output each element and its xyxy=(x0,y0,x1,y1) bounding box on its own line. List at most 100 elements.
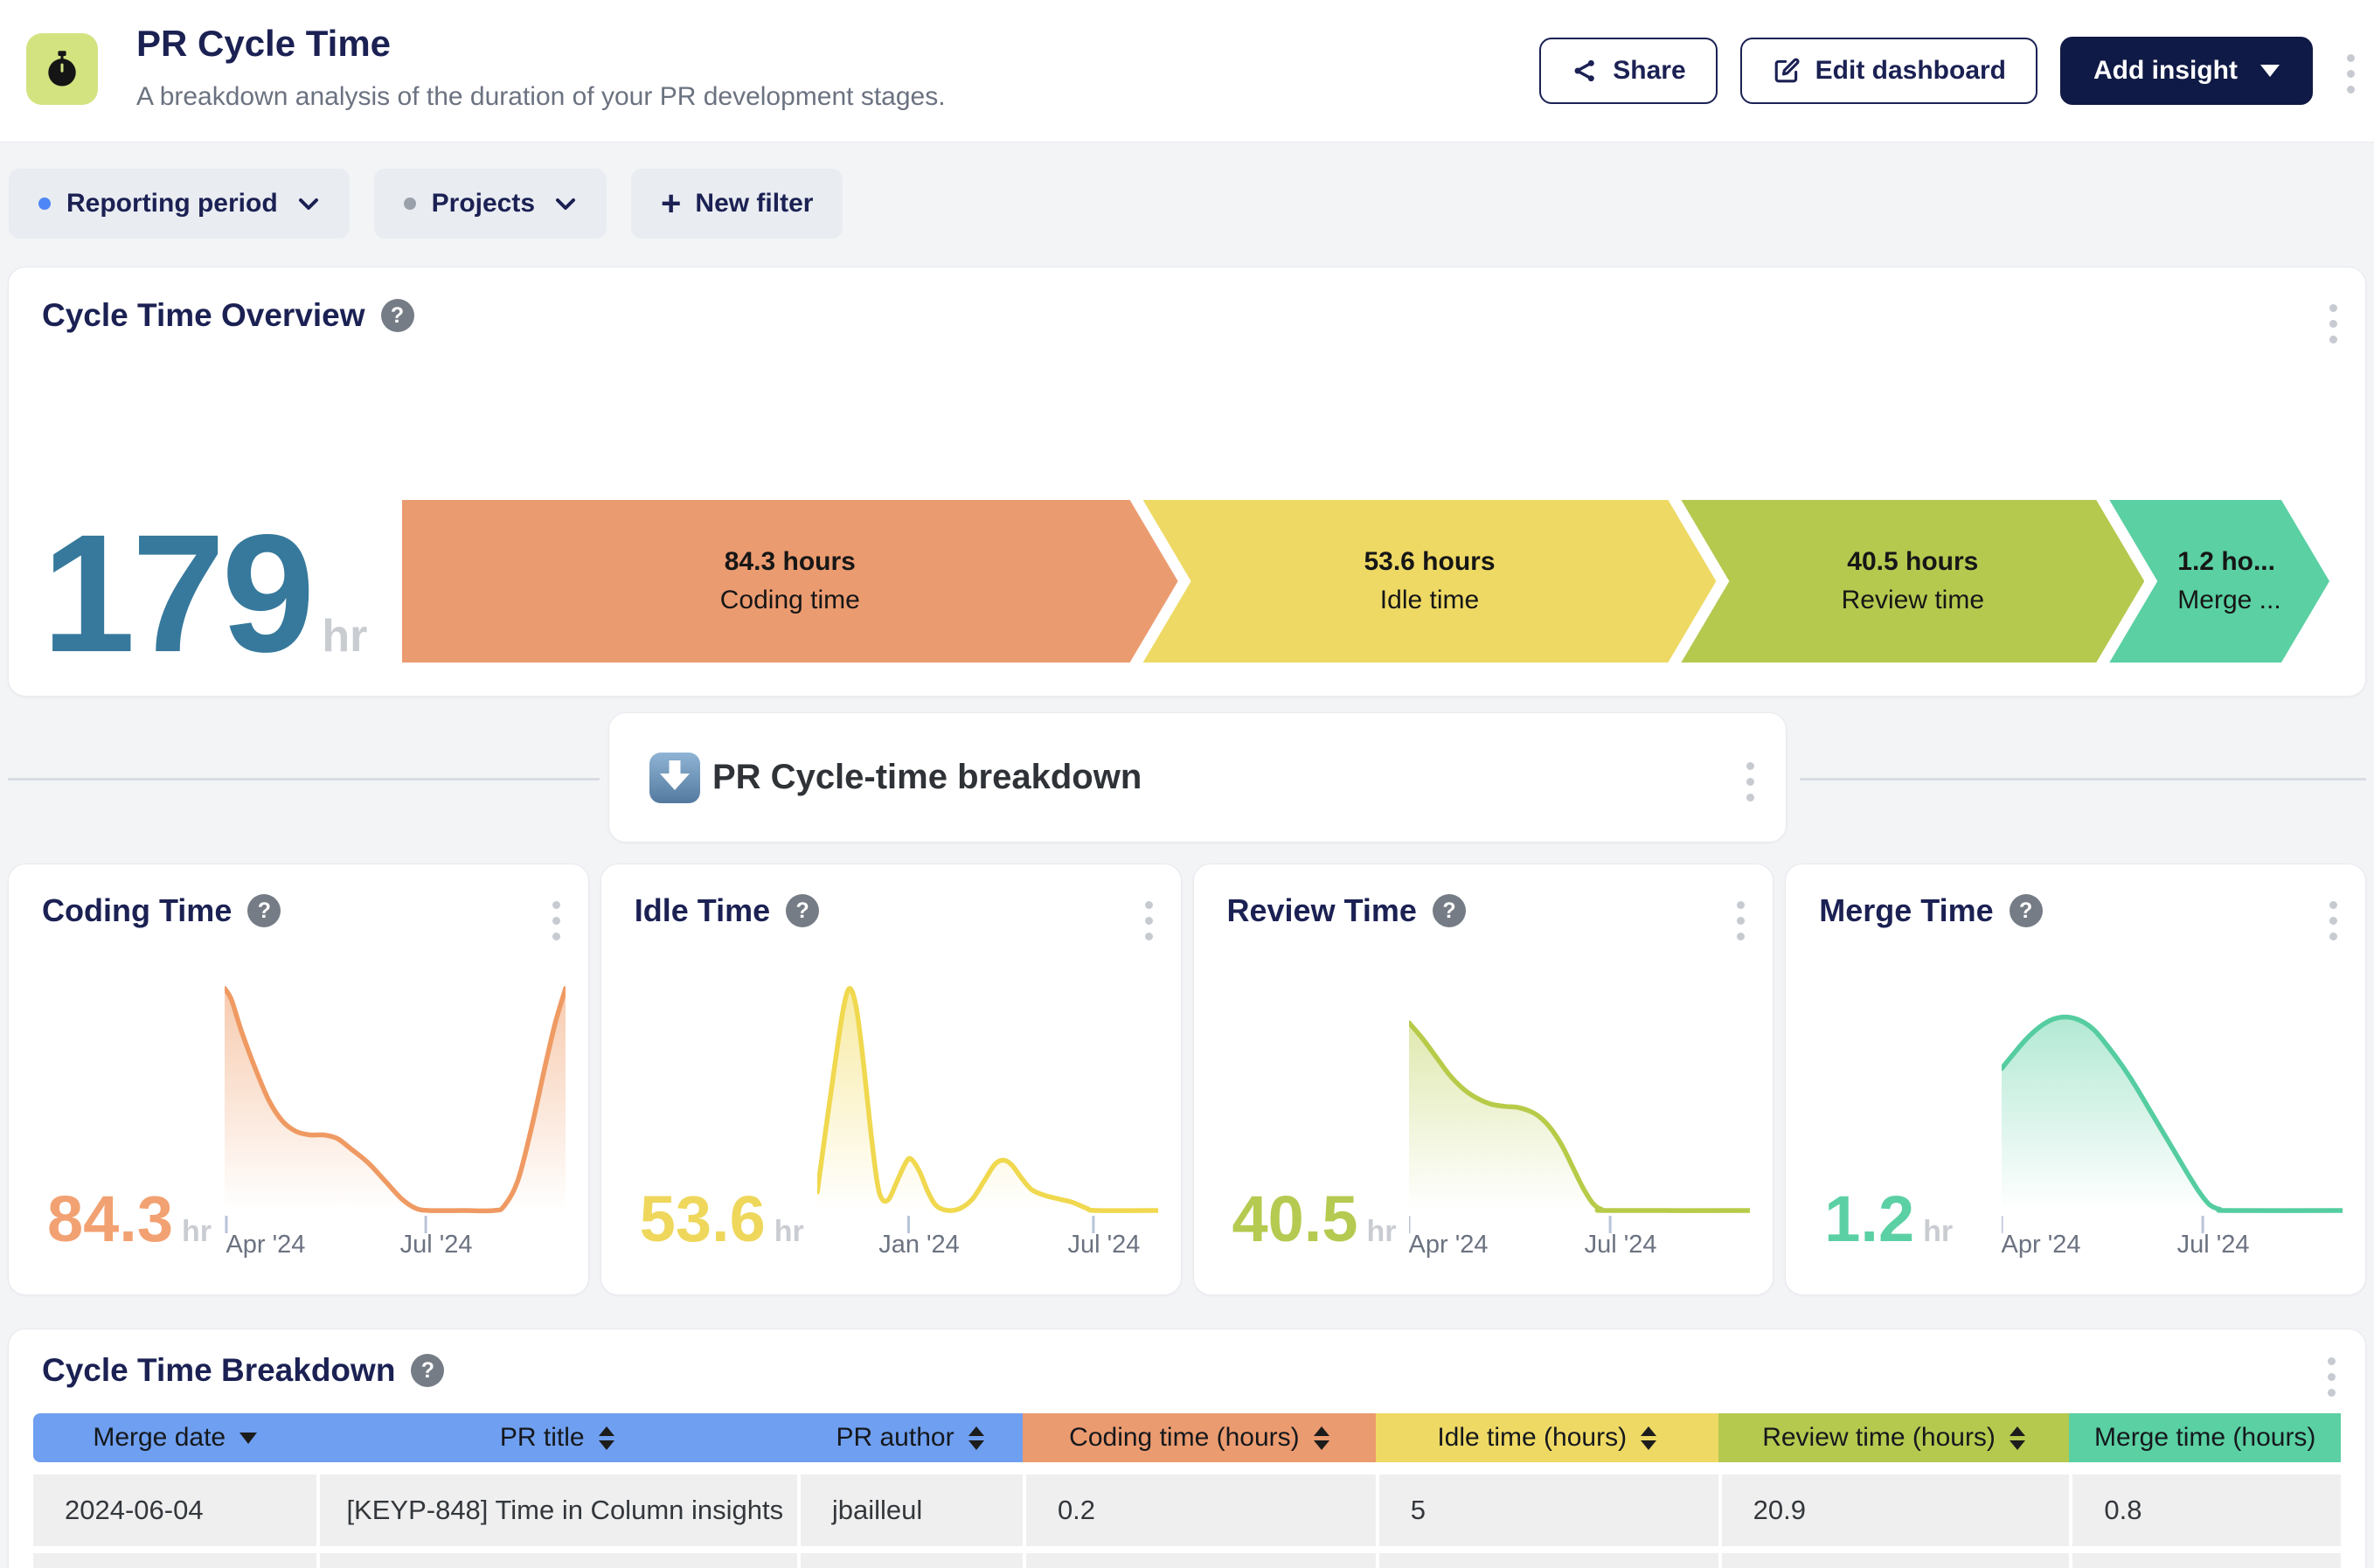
merge-time-title: Merge Time xyxy=(1819,892,1993,929)
pr-cycle-time-breakdown-card: PR Cycle-time breakdown xyxy=(608,712,1787,843)
x-axis-label: Apr '24 xyxy=(2002,1231,2080,1259)
stage-hours: 1.2 ho... xyxy=(2177,547,2275,577)
column-label: PR title xyxy=(500,1423,585,1453)
column-label: PR author xyxy=(836,1423,954,1453)
funnel-stage-coding[interactable]: 84.3 hours Coding time xyxy=(402,500,1178,663)
x-axis-label: Jul '24 xyxy=(2177,1231,2250,1259)
funnel-stage-review[interactable]: 40.5 hours Review time xyxy=(1681,500,2144,663)
review-time-more-options-icon[interactable] xyxy=(1732,896,1750,946)
overview-content: 179 hr 84.3 hours Coding time 53.6 hours… xyxy=(42,500,2332,663)
edit-dashboard-label: Edit dashboard xyxy=(1815,56,2006,86)
help-icon[interactable] xyxy=(411,1354,444,1387)
merge-date-cell: 2024-06-04 xyxy=(33,1474,316,1546)
column-label: Merge date xyxy=(93,1423,226,1453)
x-axis-label: Jan '24 xyxy=(878,1231,960,1259)
review-time-unit: hr xyxy=(1367,1215,1397,1249)
page-title: PR Cycle Time xyxy=(136,23,391,65)
share-icon xyxy=(1571,57,1599,85)
reporting-period-filter[interactable]: Reporting period xyxy=(9,169,350,239)
coding-time-sparkline: Apr '24Jul '24 xyxy=(225,975,566,1263)
review-time-value: 40.5 xyxy=(1232,1182,1358,1256)
review-time-title: Review Time xyxy=(1227,892,1417,929)
stage-label: Review time xyxy=(1842,586,1984,615)
table-more-options-icon[interactable] xyxy=(2322,1352,2341,1402)
sort-icon xyxy=(968,1426,984,1450)
page-header: PR Cycle Time A breakdown analysis of th… xyxy=(0,0,2374,142)
review-time-cell: 20.9 xyxy=(1718,1474,2070,1546)
sort-icon xyxy=(2010,1426,2025,1450)
pr-title-cell: [KEYP-848] Time in Column insights xyxy=(316,1474,796,1546)
coding-time-cell: 0.2 xyxy=(1023,1474,1376,1546)
column-label: Review time (hours) xyxy=(1762,1423,1996,1453)
column-header-pr-title[interactable]: PR title xyxy=(316,1413,797,1462)
share-button[interactable]: Share xyxy=(1539,38,1717,104)
sort-icon xyxy=(599,1426,614,1450)
merge-time-card: Merge Time Apr '24Jul '24 1.2 hr xyxy=(1785,864,2366,1295)
coding-time-more-options-icon[interactable] xyxy=(547,896,566,946)
stage-hours: 40.5 hours xyxy=(1847,547,1978,577)
review-time-card: Review Time Apr '24Jul '24 40.5 hr xyxy=(1193,864,1774,1295)
coding-time-card: Coding Time Apr '24Jul '24 84.3 hr xyxy=(8,864,589,1295)
divider xyxy=(8,778,600,781)
column-header-idle-time[interactable]: Idle time (hours) xyxy=(1376,1413,1718,1462)
cycle-time-overview-card: Cycle Time Overview 179 hr 84.3 hours Co… xyxy=(8,267,2366,697)
edit-icon xyxy=(1772,56,1801,86)
column-header-review-time[interactable]: Review time (hours) xyxy=(1718,1413,2070,1462)
x-axis-label: Jul '24 xyxy=(1585,1231,1657,1259)
column-label: Merge time (hours) xyxy=(2094,1423,2315,1453)
column-header-coding-time[interactable]: Coding time (hours) xyxy=(1023,1413,1376,1462)
new-filter-button[interactable]: + New filter xyxy=(631,169,843,239)
idle-time-more-options-icon[interactable] xyxy=(1140,896,1158,946)
stage-label: Idle time xyxy=(1380,586,1479,615)
column-header-merge-time[interactable]: Merge time (hours) xyxy=(2069,1413,2341,1462)
x-axis-label: Jul '24 xyxy=(1067,1231,1140,1259)
reporting-period-label: Reporting period xyxy=(66,189,278,219)
merge-time-sparkline: Apr '24 Jul '24 xyxy=(2002,975,2343,1263)
column-label: Coding time (hours) xyxy=(1069,1423,1299,1453)
header-actions: Share Edit dashboard Add insight xyxy=(1539,37,2313,105)
help-icon[interactable] xyxy=(247,894,281,927)
review-time-sparkline: Apr '24Jul '24 xyxy=(1409,975,1750,1263)
page-subtitle: A breakdown analysis of the duration of … xyxy=(136,82,946,112)
edit-dashboard-button[interactable]: Edit dashboard xyxy=(1740,38,2037,104)
new-filter-label: New filter xyxy=(695,189,813,219)
overview-more-options-icon[interactable] xyxy=(2324,299,2343,349)
column-header-pr-author[interactable]: PR author xyxy=(797,1413,1023,1462)
sort-icon xyxy=(1314,1426,1329,1450)
table-title: Cycle Time Breakdown xyxy=(42,1352,395,1389)
add-insight-button[interactable]: Add insight xyxy=(2060,37,2313,105)
filter-bar: Reporting period Projects + New filter xyxy=(9,169,2374,239)
share-button-label: Share xyxy=(1613,56,1685,86)
breakdown-banner-title: PR Cycle-time breakdown xyxy=(712,758,1142,797)
projects-filter[interactable]: Projects xyxy=(374,169,607,239)
cycle-time-breakdown-card: Cycle Time Breakdown Merge date PR title… xyxy=(8,1329,2366,1568)
column-header-merge-date[interactable]: Merge date xyxy=(33,1413,316,1462)
column-label: Idle time (hours) xyxy=(1437,1423,1627,1453)
idle-time-card: Idle Time Jan '24Jul '24 53.6 hr xyxy=(600,864,1182,1295)
merge-time-value: 1.2 xyxy=(1824,1182,1914,1256)
total-cycle-time: 179 hr xyxy=(42,528,402,663)
help-icon[interactable] xyxy=(1433,894,1466,927)
idle-time-cell: 5 xyxy=(1376,1474,1718,1546)
help-icon[interactable] xyxy=(786,894,819,927)
pr-author-cell: jbailleul xyxy=(797,1474,1023,1546)
active-filter-dot-icon xyxy=(38,198,51,210)
banner-more-options-icon[interactable] xyxy=(1741,757,1760,807)
coding-time-unit: hr xyxy=(182,1215,212,1249)
header-more-options-icon[interactable] xyxy=(2342,49,2360,99)
inactive-filter-dot-icon xyxy=(404,198,416,210)
merge-time-more-options-icon[interactable] xyxy=(2324,896,2343,946)
sort-icon xyxy=(1641,1426,1656,1450)
idle-time-title: Idle Time xyxy=(635,892,770,929)
mini-charts-row: Coding Time Apr '24Jul '24 84.3 hr Idle … xyxy=(8,864,2366,1295)
idle-time-unit: hr xyxy=(774,1215,804,1249)
idle-time-sparkline: Jan '24 Jul '24 xyxy=(817,975,1158,1263)
help-icon[interactable] xyxy=(381,299,414,332)
help-icon[interactable] xyxy=(2010,894,2043,927)
total-cycle-time-value: 179 xyxy=(42,528,311,659)
table-row[interactable]: 2024-06-04 [KEYP-848] Time in Column ins… xyxy=(33,1474,2341,1546)
cycle-time-funnel: 84.3 hours Coding time 53.6 hours Idle t… xyxy=(402,500,2332,663)
funnel-stage-idle[interactable]: 53.6 hours Idle time xyxy=(1143,500,1717,663)
table-row-partial[interactable] xyxy=(33,1553,2341,1568)
breakdown-banner-row: PR Cycle-time breakdown xyxy=(8,712,2366,843)
